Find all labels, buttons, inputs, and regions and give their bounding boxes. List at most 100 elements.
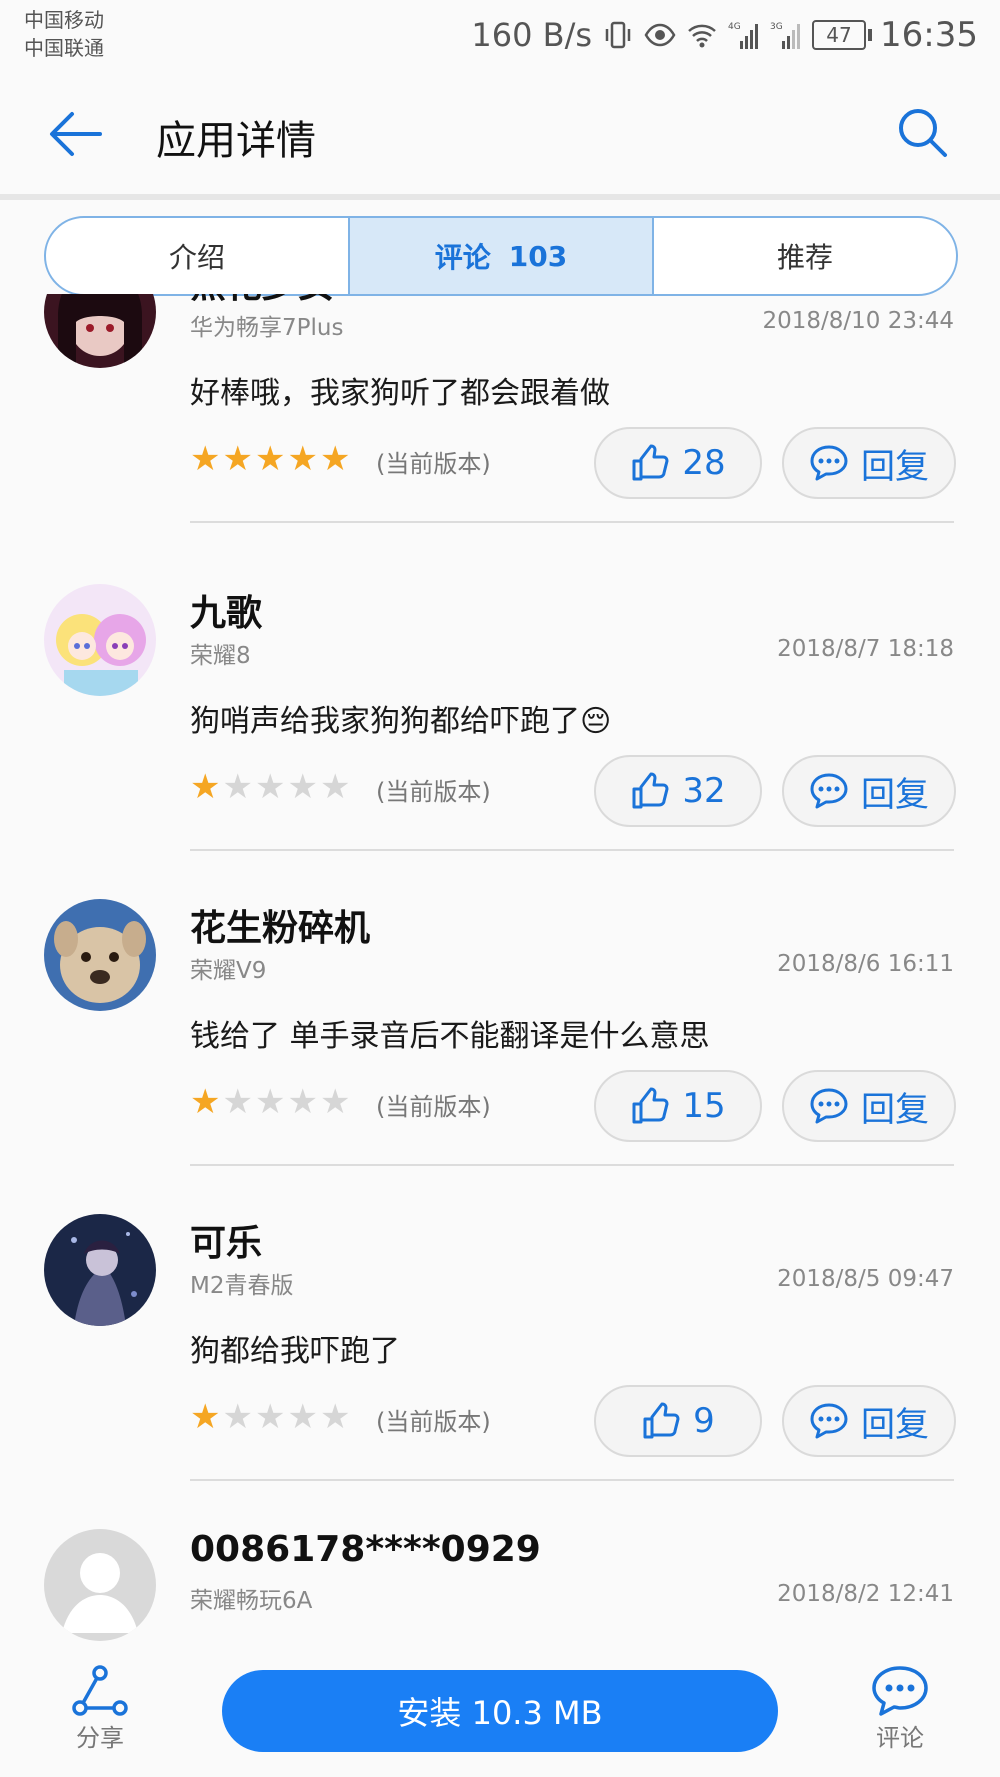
review-list[interactable]: 黑化少女 华为畅享7Plus 2018/8/10 23:44 好棒哦，我家狗听了… (0, 294, 1000, 1644)
reviewer-device: 荣耀V9 (190, 958, 267, 984)
star-empty-icon: ★ (287, 1397, 318, 1437)
review-item: 黑化少女 华为畅享7Plus 2018/8/10 23:44 好棒哦，我家狗听了… (0, 294, 1000, 571)
page-title: 应用详情 (156, 118, 316, 164)
star-empty-icon: ★ (222, 1082, 253, 1122)
review-text: 钱给了 单手录音后不能翻译是什么意思 (190, 1019, 710, 1054)
chat-bubble-icon (810, 1403, 848, 1439)
svg-text:4G: 4G (728, 22, 741, 32)
signal-3g-icon: 3G (770, 22, 801, 49)
status-bar: 中国移动 中国联通 160 B/s 4G 3G 47 16:35 (0, 0, 1000, 72)
reviewer-name: 九歌 (190, 593, 263, 634)
avatar[interactable] (44, 1529, 156, 1641)
svg-text:3G: 3G (770, 22, 783, 32)
star-rating: ★ ★ ★ ★ ★ (190, 1400, 350, 1434)
version-tag: (当前版本) (376, 1093, 491, 1121)
avatar[interactable] (44, 584, 156, 696)
avatar[interactable] (44, 1214, 156, 1326)
share-button[interactable]: 分享 (60, 1664, 140, 1753)
tab-label: 评论 (434, 241, 491, 274)
like-button[interactable]: 15 (594, 1070, 762, 1142)
review-date: 2018/8/10 23:44 (762, 308, 954, 334)
star-filled-icon: ★ (190, 439, 221, 479)
tab-label: 介绍 (168, 241, 225, 274)
star-filled-icon: ★ (190, 767, 221, 807)
tab-reviews[interactable]: 评论 103 (350, 218, 654, 294)
tab-label: 推荐 (776, 241, 833, 274)
bottom-bar: 分享 安装 10.3 MB 评论 (0, 1644, 1000, 1777)
star-empty-icon: ★ (254, 767, 286, 807)
wifi-icon (688, 24, 716, 48)
avatar[interactable] (44, 899, 156, 1011)
reviewer-device: 荣耀8 (190, 643, 251, 669)
search-icon[interactable] (894, 104, 950, 160)
reply-button[interactable]: 回复 (782, 1070, 956, 1142)
reviewer-device: 华为畅享7Plus (190, 315, 344, 341)
clock: 16:35 (880, 15, 978, 55)
install-button[interactable]: 安装 10.3 MB (222, 1670, 778, 1752)
thumbs-up-icon (632, 772, 669, 809)
vibrate-icon (605, 21, 631, 49)
reply-button[interactable]: 回复 (782, 1385, 956, 1457)
like-button[interactable]: 28 (594, 427, 762, 499)
review-date: 2018/8/7 18:18 (777, 636, 954, 662)
star-filled-icon: ★ (319, 439, 351, 479)
review-date: 2018/8/5 09:47 (777, 1266, 954, 1292)
star-filled-icon: ★ (254, 439, 286, 479)
star-filled-icon: ★ (287, 439, 318, 479)
net-speed: 160 B/s (471, 16, 593, 54)
review-text: 狗哨声给我家狗狗都给吓跑了😔 (190, 704, 612, 739)
review-date: 2018/8/6 16:11 (777, 951, 954, 977)
avatar[interactable] (44, 294, 156, 368)
tab-intro[interactable]: 介绍 (46, 218, 350, 294)
chat-bubble-icon (810, 773, 848, 809)
like-count: 32 (682, 771, 726, 811)
star-empty-icon: ★ (222, 767, 253, 807)
like-button[interactable]: 32 (594, 755, 762, 827)
review-divider (190, 849, 954, 851)
reply-label: 回复 (861, 1404, 929, 1445)
star-empty-icon: ★ (254, 1082, 286, 1122)
share-icon (72, 1665, 128, 1716)
app-header: 应用详情 (0, 72, 1000, 196)
reply-label: 回复 (861, 1089, 929, 1130)
back-arrow-icon[interactable] (44, 102, 108, 166)
reviewer-device: 荣耀畅玩6A (190, 1588, 313, 1614)
star-empty-icon: ★ (319, 767, 351, 807)
thumbs-up-icon (632, 1087, 669, 1124)
star-empty-icon: ★ (287, 1082, 318, 1122)
review-text: 好棒哦，我家狗听了都会跟着做 (190, 376, 610, 411)
star-empty-icon: ★ (287, 767, 318, 807)
carrier-1: 中国移动 (24, 8, 104, 32)
star-rating: ★ ★ ★ ★ ★ (190, 442, 350, 476)
share-label: 分享 (76, 1724, 124, 1752)
review-item: 九歌 荣耀8 2018/8/7 18:18 狗哨声给我家狗狗都给吓跑了😔 ★ ★ ★… (0, 584, 1000, 899)
star-empty-icon: ★ (319, 1082, 351, 1122)
comment-label: 评论 (876, 1724, 924, 1752)
version-tag: (当前版本) (376, 1408, 491, 1436)
like-count: 15 (682, 1086, 726, 1126)
carrier-info: 中国移动 中国联通 (24, 6, 104, 62)
tab-bar: 介绍 评论 103 推荐 (44, 216, 958, 296)
star-empty-icon: ★ (319, 1397, 351, 1437)
comment-button[interactable]: 评论 (858, 1664, 942, 1753)
tab-recommend[interactable]: 推荐 (654, 218, 956, 294)
reviewer-device: M2青春版 (190, 1273, 294, 1299)
review-text: 狗都给我吓跑了 (190, 1334, 400, 1369)
reviewer-name: 花生粉碎机 (190, 908, 371, 949)
eye-icon (644, 23, 676, 47)
reply-button[interactable]: 回复 (782, 427, 956, 499)
battery-indicator: 47 (812, 20, 873, 50)
reply-label: 回复 (861, 446, 929, 487)
star-filled-icon: ★ (190, 1082, 221, 1122)
review-item: 可乐 M2青春版 2018/8/5 09:47 狗都给我吓跑了 ★ ★ ★ ★ ★ (当… (0, 1214, 1000, 1529)
chat-bubble-icon (810, 1088, 848, 1124)
review-item: 0086178****0929 荣耀畅玩6A 2018/8/2 12:41 (0, 1529, 1000, 1644)
star-rating: ★ ★ ★ ★ ★ (190, 1085, 350, 1119)
reviewer-name: 黑化少女 (190, 294, 334, 308)
reply-button[interactable]: 回复 (782, 755, 956, 827)
review-divider (190, 1479, 954, 1481)
star-rating: ★ ★ ★ ★ ★ (190, 770, 350, 804)
like-button[interactable]: 9 (594, 1385, 762, 1457)
review-divider (190, 1164, 954, 1166)
review-date: 2018/8/2 12:41 (777, 1581, 954, 1607)
